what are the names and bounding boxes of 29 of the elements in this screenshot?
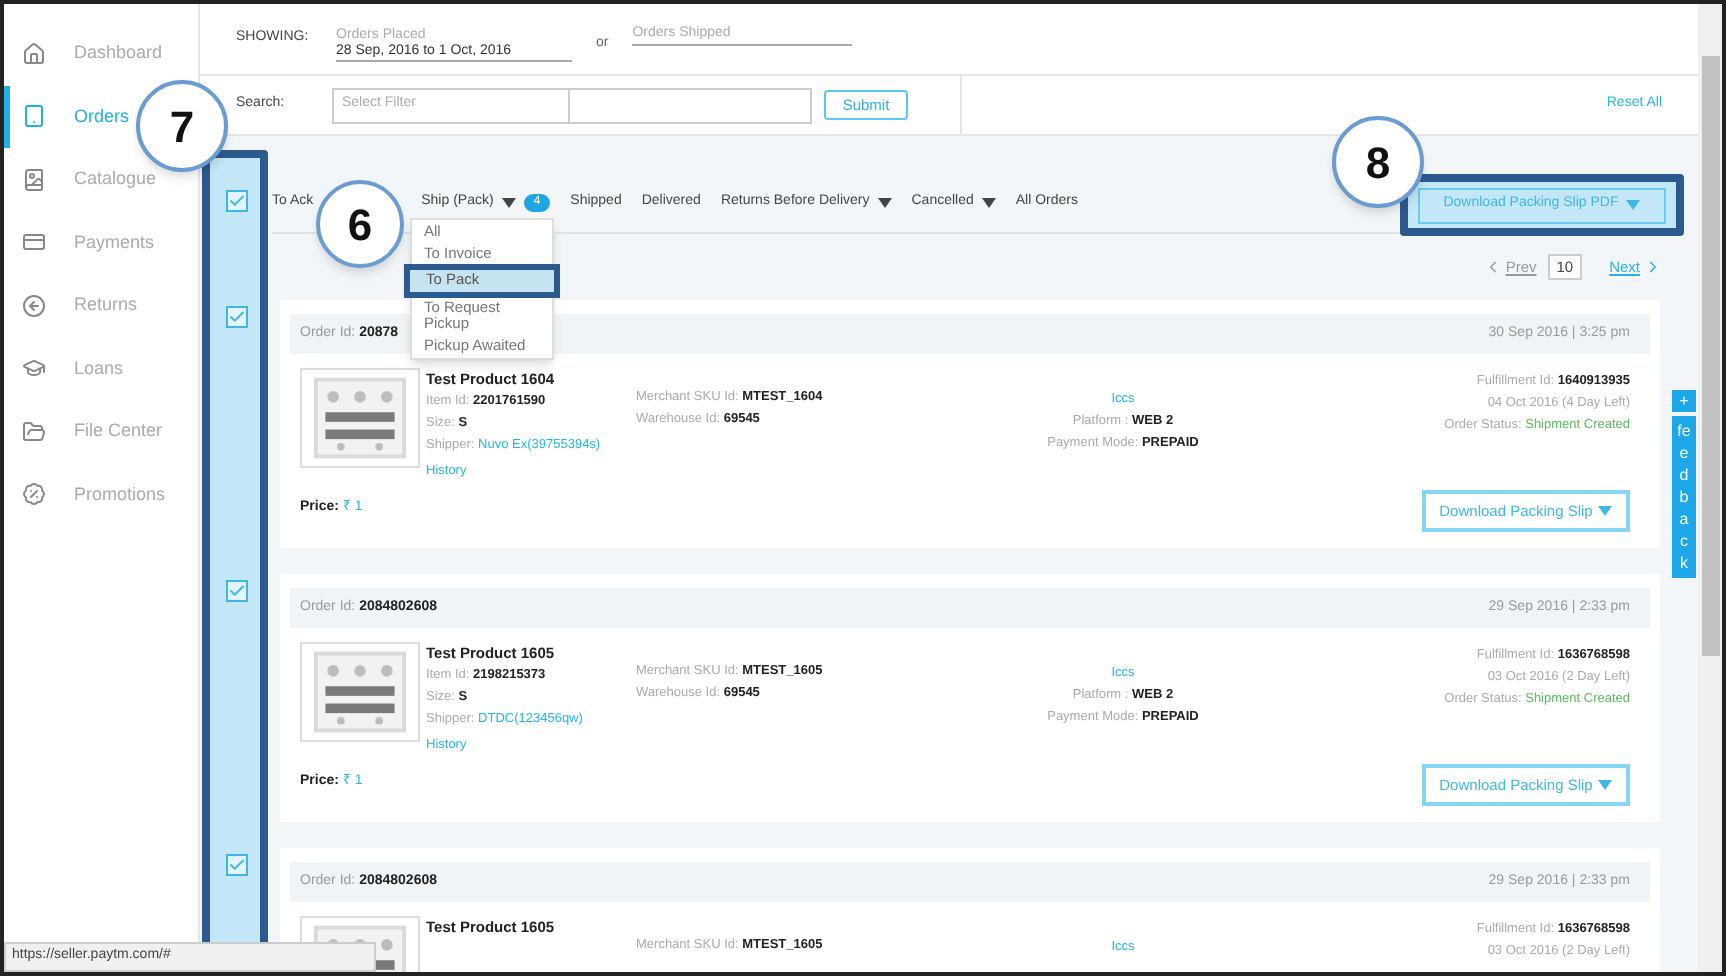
checkbox[interactable] [225,854,247,876]
checkbox[interactable] [225,306,247,328]
cap-icon [22,356,46,381]
folder-icon [22,419,46,444]
scrollbar-thumb[interactable] [1701,56,1719,656]
sidebar-item[interactable]: File Center [4,400,167,463]
sidebar-item[interactable]: Orders [4,85,134,148]
sidebar-item[interactable]: Payments [4,211,159,274]
sidebar-item[interactable]: Returns [4,274,142,337]
feedback-tab[interactable]: feedback [1672,416,1696,578]
sidebar-item[interactable]: Loans [4,337,128,400]
percent-icon [22,482,46,507]
checkbox[interactable] [225,580,247,602]
credit-card-icon [22,230,46,255]
caret-icon [501,198,516,208]
checkbox[interactable] [225,190,247,212]
tablet-icon [22,104,46,129]
chevron-right-icon [1644,258,1662,276]
caret-icon [877,198,892,208]
caret-icon [981,198,996,208]
scrollbar[interactable] [1698,4,1722,972]
feedback-plus-button[interactable]: + [1672,390,1696,412]
caret-icon [1598,506,1613,516]
house-icon [22,41,46,66]
sidebar-item[interactable]: Dashboard [4,22,167,85]
sidebar-item[interactable]: Promotions [4,463,170,526]
caret-icon [1598,780,1613,790]
book-icon [22,167,46,192]
caret-icon [1626,200,1641,210]
